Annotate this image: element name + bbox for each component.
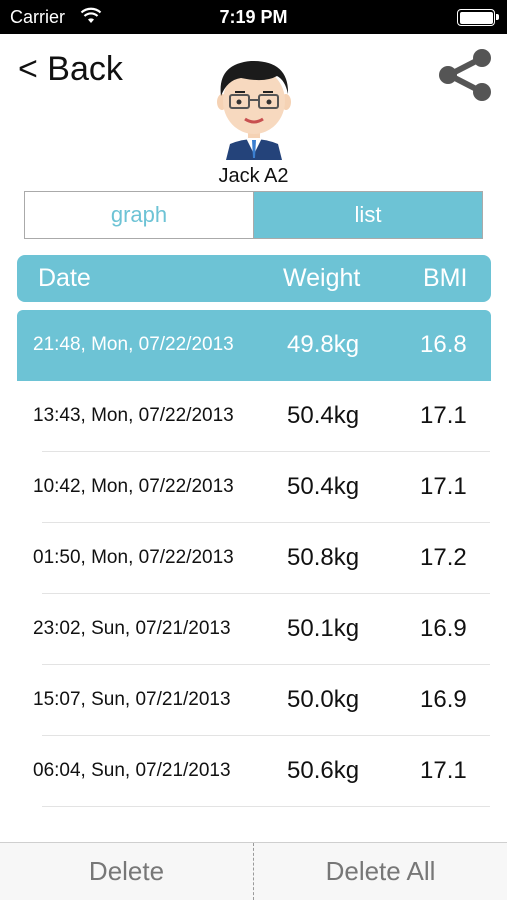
table-row[interactable]: 13:43, Mon, 07/22/2013 50.4kg 17.1 xyxy=(0,381,507,452)
row-weight: 50.8kg xyxy=(287,544,360,571)
row-bmi: 17.1 xyxy=(420,402,467,429)
delete-all-button[interactable]: Delete All xyxy=(254,843,507,900)
table-row[interactable]: 06:04, Sun, 07/21/2013 50.6kg 17.1 xyxy=(0,736,507,807)
battery-icon xyxy=(457,9,499,26)
column-header-date: Date xyxy=(38,264,91,292)
bottom-toolbar: Delete Delete All xyxy=(0,842,507,900)
table-row[interactable]: 15:07, Sun, 07/21/2013 50.0kg 16.9 xyxy=(0,665,507,736)
tab-graph[interactable]: graph xyxy=(25,192,254,238)
table-header: Date Weight BMI xyxy=(17,255,491,302)
row-weight: 50.4kg xyxy=(287,473,360,500)
table-row[interactable]: 01:50, Mon, 07/22/2013 50.8kg 17.2 xyxy=(0,523,507,594)
row-date: 21:48, Mon, 07/22/2013 xyxy=(33,334,234,355)
row-bmi: 17.1 xyxy=(420,473,467,500)
row-date: 06:04, Sun, 07/21/2013 xyxy=(33,760,231,781)
column-header-bmi: BMI xyxy=(423,264,468,292)
table-row[interactable]: 10:42, Mon, 07/22/2013 50.4kg 17.1 xyxy=(0,452,507,523)
row-date: 23:02, Sun, 07/21/2013 xyxy=(33,618,231,639)
row-weight: 49.8kg xyxy=(287,331,360,358)
back-button[interactable]: < Back xyxy=(18,50,123,89)
row-date: 01:50, Mon, 07/22/2013 xyxy=(33,547,234,568)
table-row-selected[interactable]: 21:48, Mon, 07/22/2013 49.8kg 16.8 xyxy=(17,310,491,381)
row-weight: 50.6kg xyxy=(287,757,360,784)
user-name: Jack A2 xyxy=(218,165,289,187)
share-icon[interactable] xyxy=(436,48,494,102)
row-bmi: 16.8 xyxy=(420,331,467,358)
row-date: 13:43, Mon, 07/22/2013 xyxy=(33,405,234,426)
measurement-list: 21:48, Mon, 07/22/2013 49.8kg 16.8 13:43… xyxy=(0,310,507,807)
column-header-weight: Weight xyxy=(283,264,361,292)
row-weight: 50.1kg xyxy=(287,615,360,642)
row-bmi: 16.9 xyxy=(420,686,467,713)
delete-button[interactable]: Delete xyxy=(0,843,254,900)
status-time: 7:19 PM xyxy=(219,7,288,27)
row-weight: 50.4kg xyxy=(287,402,360,429)
row-date: 15:07, Sun, 07/21/2013 xyxy=(33,689,231,710)
row-divider xyxy=(42,806,490,807)
row-bmi: 17.1 xyxy=(420,757,467,784)
avatar-icon xyxy=(217,60,291,160)
tab-list[interactable]: list xyxy=(254,192,482,238)
row-date: 10:42, Mon, 07/22/2013 xyxy=(33,476,234,497)
table-row[interactable]: 23:02, Sun, 07/21/2013 50.1kg 16.9 xyxy=(0,594,507,665)
row-bmi: 17.2 xyxy=(420,544,467,571)
status-bar: Carrier 7:19 PM xyxy=(0,0,507,34)
view-segmented-control: graph list xyxy=(24,191,483,239)
row-weight: 50.0kg xyxy=(287,686,360,713)
row-bmi: 16.9 xyxy=(420,615,467,642)
